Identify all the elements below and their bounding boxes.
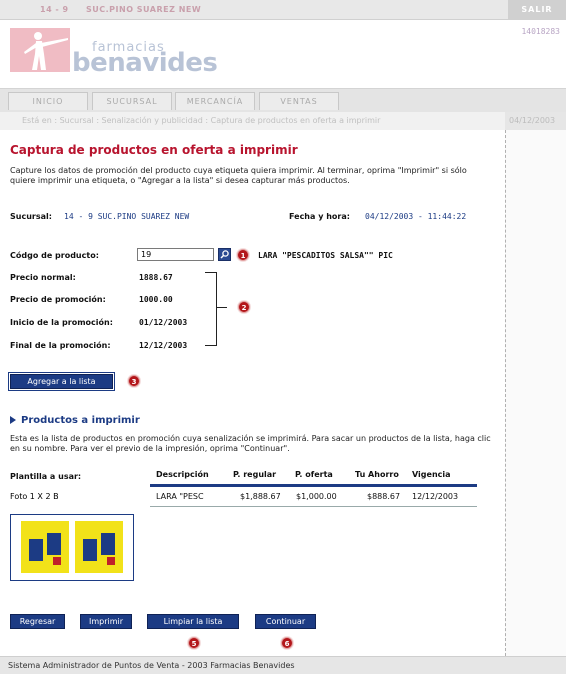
row-description-link[interactable]: LARA "PESC <box>156 492 204 501</box>
column-header-description: Descripción <box>156 470 209 479</box>
store-id: 14 - 9 <box>40 5 69 14</box>
normal-price-value: 1888.67 <box>139 273 173 282</box>
page-intro: Capture los datos de promoción del produ… <box>10 166 467 185</box>
promo-end-label: Final de la promoción: <box>10 341 111 350</box>
add-to-list-button[interactable]: Agregar a la lista <box>10 374 113 389</box>
breadcrumb-text: Está en : Sucursal : Senalización y publ… <box>22 116 381 125</box>
breadcrumb: Está en : Sucursal : Senalización y publ… <box>0 112 566 130</box>
column-header-regular-price: P. regular <box>233 470 277 479</box>
tab-mercancia[interactable]: MERCANCÍA <box>175 92 255 110</box>
row-validity: 12/12/2003 <box>412 492 459 501</box>
row-savings: $888.67 <box>367 492 401 501</box>
promo-price-value: 1000.00 <box>139 295 173 304</box>
promo-start-label: Inicio de la promoción: <box>10 318 113 327</box>
logo-figure-icon <box>10 28 70 72</box>
products-section-title: Productos a imprimir <box>10 415 140 426</box>
marker-3: 3 <box>128 375 140 387</box>
list-intro: Esta es la lista de productos en promoci… <box>10 434 491 453</box>
promo-start-value: 01/12/2003 <box>139 318 188 327</box>
preview-label-card <box>21 521 69 573</box>
back-button[interactable]: Regresar <box>10 614 65 629</box>
column-header-validity: Vigencia <box>412 470 451 479</box>
preview-label-card <box>75 521 123 573</box>
search-button[interactable] <box>218 248 231 261</box>
row-offer-price: $1,000.00 <box>296 492 337 501</box>
branch-label: Sucursal: <box>10 212 52 221</box>
datetime-label: Fecha y hora: <box>289 212 350 221</box>
column-header-offer-price: P. oferta <box>295 470 333 479</box>
brand-main-text: benavides <box>72 48 218 78</box>
marker-6: 6 <box>281 637 293 649</box>
footer-text: Sistema Administrador de Puntos de Venta… <box>8 661 295 670</box>
page-title: Captura de productos en oferta a imprimi… <box>10 143 298 157</box>
promo-price-label: Precio de promoción: <box>10 295 106 304</box>
marker-2: 2 <box>238 301 250 313</box>
tab-ventas[interactable]: VENTAS <box>259 92 339 110</box>
template-label: Plantilla a usar: <box>10 472 82 481</box>
logout-button[interactable]: SALIR <box>508 0 566 20</box>
datetime-value: 04/12/2003 - 11:44:22 <box>365 212 467 221</box>
column-header-savings: Tu Ahorro <box>355 470 399 479</box>
marker-1: 1 <box>237 249 249 261</box>
branch-value: 14 - 9 SUC.PINO SUAREZ NEW <box>64 212 190 221</box>
store-name: SUC.PINO SUAREZ NEW <box>86 5 202 14</box>
products-section-label: Productos a imprimir <box>21 415 140 426</box>
promo-end-value: 12/12/2003 <box>139 341 188 350</box>
top-bar: 14 - 9 SUC.PINO SUAREZ NEW SALIR <box>0 0 566 20</box>
clear-list-button[interactable]: Limpiar la lista <box>147 614 239 629</box>
footer: Sistema Administrador de Puntos de Venta… <box>0 656 566 674</box>
tab-inicio[interactable]: INICIO <box>8 92 88 110</box>
continue-button[interactable]: Continuar <box>255 614 316 629</box>
row-regular-price: $1,888.67 <box>240 492 281 501</box>
brand-logo: farmacias benavides <box>10 28 240 78</box>
search-icon <box>220 250 229 259</box>
price-bracket-tick <box>217 307 227 308</box>
tab-sucursal[interactable]: SUCURSAL <box>92 92 172 110</box>
template-value: Foto 1 X 2 B <box>10 492 59 501</box>
breadcrumb-date: 04/12/2003 <box>505 112 566 130</box>
price-bracket <box>205 272 217 346</box>
marker-5: 5 <box>188 637 200 649</box>
template-preview[interactable] <box>10 514 134 581</box>
product-code-label: Códgo de producto: <box>10 251 99 260</box>
normal-price-label: Precio normal: <box>10 273 76 282</box>
print-button[interactable]: Imprimir <box>80 614 132 629</box>
right-column <box>505 130 566 656</box>
main-nav: INICIO SUCURSAL MERCANCÍA VENTAS <box>0 88 566 112</box>
product-name: LARA "PESCADITOS SALSA"" PIC <box>258 251 393 260</box>
product-code-input[interactable] <box>137 248 214 261</box>
arrow-right-icon <box>10 416 16 424</box>
session-code: 14018283 <box>521 27 560 36</box>
